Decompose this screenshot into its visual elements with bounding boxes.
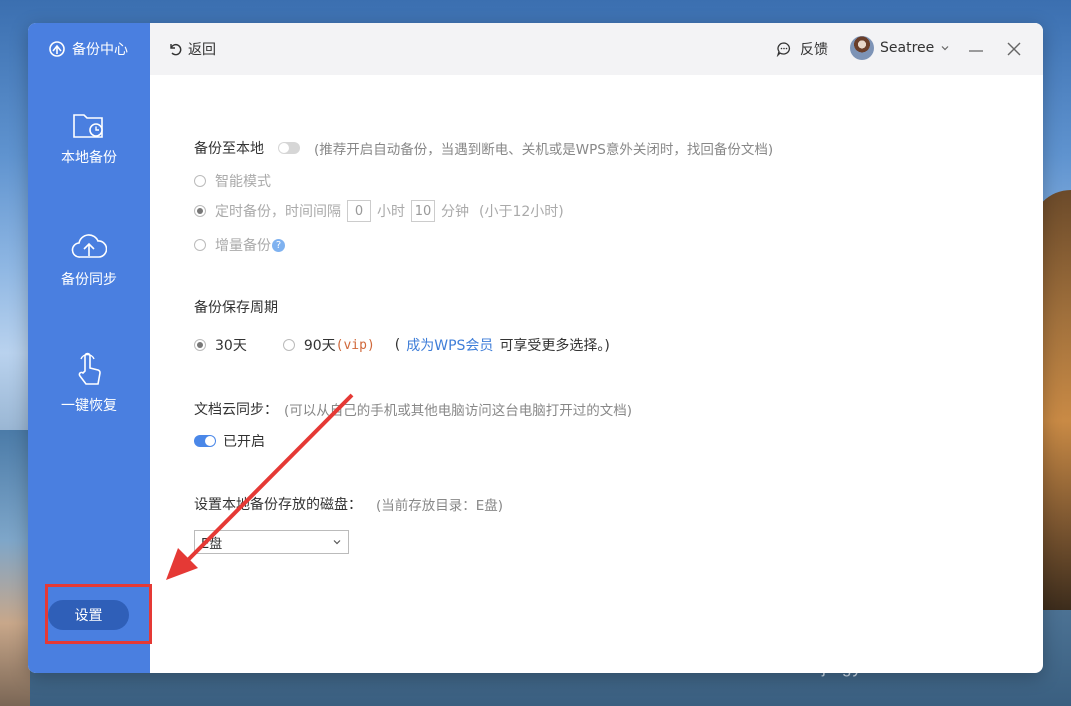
topbar: 返回 反馈 Seatree [150,23,1043,75]
timed-backup-option[interactable]: 定时备份，时间间隔 0 小时 10 分钟 (小于12小时) [194,200,564,222]
wallpaper-sea [0,430,30,706]
hand-tap-icon [78,352,101,385]
local-backup-row: 备份至本地 (推荐开启自动备份，当遇到断电、关机或是WPS意外关闭时，找回备份文… [194,138,773,158]
cloud-sync-status-row: 已开启 [194,431,265,451]
retention-30-label: 30天 [215,338,247,354]
cloud-sync-hint: (可以从自己的手机或其他电脑访问这台电脑打开过的文档) [284,403,633,419]
timed-backup-label: 定时备份，时间间隔 [215,204,341,220]
back-button[interactable]: 返回 [168,39,216,59]
red-highlight-box [45,584,152,644]
disk-select[interactable]: E盘 [194,530,349,554]
sidebar-item-label: 本地备份 [61,150,117,166]
vip-tag: (vip) [335,337,375,353]
smart-mode-label: 智能模式 [215,174,271,190]
chevron-down-icon [941,46,949,51]
smart-mode-option[interactable]: 智能模式 [194,171,271,191]
minutes-input[interactable]: 10 [411,200,435,222]
retention-90-radio[interactable] [282,339,295,351]
feedback-label: 反馈 [800,42,828,58]
brand-title: 备份中心 [72,42,128,58]
retention-title: 备份保存周期 [194,300,278,316]
retention-90-label: 90天 [303,338,336,354]
close-button[interactable] [1004,37,1024,61]
local-backup-title: 备份至本地 [194,141,264,157]
incremental-backup-option[interactable]: 增量备份 ? [194,235,285,255]
minutes-unit: 分钟 [441,204,469,220]
local-backup-hint: (推荐开启自动备份，当遇到断电、关机或是WPS意外关闭时，找回备份文档) [314,142,774,158]
user-menu[interactable]: Seatree [850,36,950,60]
sidebar-item-backup-sync[interactable]: 备份同步 [28,231,150,289]
cloud-sync-title: 文档云同步： [194,402,278,418]
retention-30-radio[interactable] [194,339,206,351]
become-member-link[interactable]: 成为WPS会员 [406,335,493,355]
smart-mode-radio[interactable] [194,175,206,187]
disk-row: 设置本地备份存放的磁盘： (当前存放目录：E盘) [194,494,503,514]
user-name: Seatree [880,40,935,56]
chevron-down-icon [333,540,341,545]
sidebar-item-local-backup[interactable]: 本地备份 [28,111,150,167]
retention-title-row: 备份保存周期 [194,297,278,317]
retention-options-row: 30天 90天 (vip) ( 成为WPS会员 可享受更多选择。) [194,335,610,355]
backup-logo-icon [49,41,65,57]
brand: 备份中心 [48,39,128,59]
avatar [850,36,874,60]
feedback-button[interactable]: 反馈 [776,39,828,59]
cloud-upload-icon [71,234,107,258]
minimize-button[interactable] [968,37,984,61]
sidebar-item-label: 备份同步 [61,272,117,288]
cloud-sync-toggle[interactable] [194,435,216,447]
sidebar: 备份中心 本地备份 备份同步 一键恢复 设置 [28,23,150,673]
cloud-sync-row: 文档云同步： (可以从自己的手机或其他电脑访问这台电脑打开过的文档) [194,399,632,419]
disk-hint: (当前存放目录：E盘) [376,498,504,514]
back-label: 返回 [188,42,216,58]
incremental-backup-radio[interactable] [194,239,206,251]
local-backup-toggle[interactable] [278,142,300,154]
settings-panel: 备份至本地 (推荐开启自动备份，当遇到断电、关机或是WPS意外关闭时，找回备份文… [150,75,1043,673]
undo-arrow-icon [170,43,182,56]
sidebar-item-label: 一键恢复 [61,398,117,414]
folder-clock-icon [73,114,103,138]
timed-hint: (小于12小时) [479,204,564,220]
watermark-url: jingyan.baidu.com [822,658,977,677]
disk-selected-value: E盘 [201,536,223,552]
incremental-backup-label: 增量备份 [215,238,271,254]
sidebar-item-one-click-restore[interactable]: 一键恢复 [28,351,150,415]
cloud-sync-status: 已开启 [223,434,265,450]
chat-bubble-icon [776,42,790,57]
retention-note: 可享受更多选择。) [499,338,610,354]
timed-backup-radio[interactable] [194,205,206,217]
hours-unit: 小时 [377,204,405,220]
retention-note-open: ( [394,337,401,353]
help-icon[interactable]: ? [272,238,285,252]
disk-title: 设置本地备份存放的磁盘： [194,497,362,513]
backup-center-window: 备份中心 本地备份 备份同步 一键恢复 设置 返回 反馈 Seatree 备份至… [28,23,1043,673]
hours-input[interactable]: 0 [347,200,371,222]
